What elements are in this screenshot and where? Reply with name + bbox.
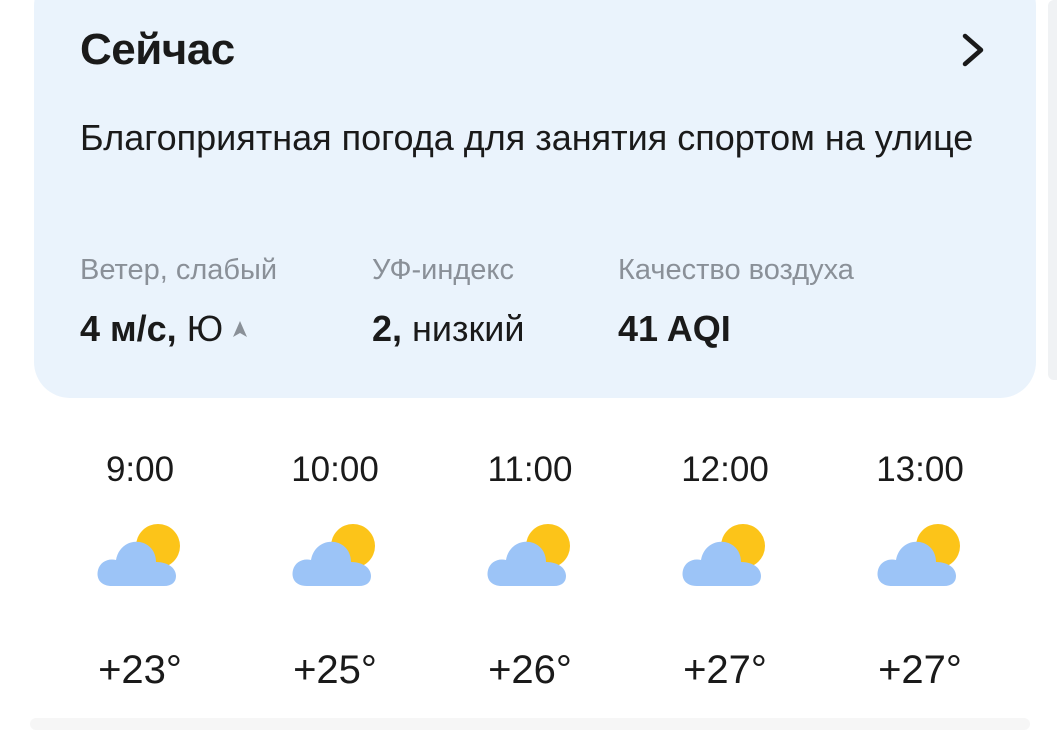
hour-temperature: +27° <box>683 648 767 692</box>
hour-item[interactable]: 10:00 +25° <box>275 448 395 694</box>
partly-cloudy-icon <box>292 524 375 586</box>
aqi-number: 41 AQI <box>618 308 731 349</box>
hour-time: 12:00 <box>681 450 769 489</box>
partly-cloudy-icon <box>877 524 960 586</box>
wind-value: 4 м/с, Ю <box>80 308 277 350</box>
hour-time: 13:00 <box>876 450 964 489</box>
weather-summary: Благоприятная погода для занятия спортом… <box>80 117 974 158</box>
uv-metric: УФ-индекс 2, низкий <box>372 252 525 350</box>
partly-cloudy-icon <box>97 524 180 586</box>
air-quality-metric: Качество воздуха 41 AQI <box>618 252 854 350</box>
air-quality-value: 41 AQI <box>618 308 854 350</box>
air-quality-label: Качество воздуха <box>618 254 854 286</box>
hour-temperature: +27° <box>878 648 962 692</box>
hour-time: 9:00 <box>105 450 175 489</box>
wind-label: Ветер, слабый <box>80 254 278 286</box>
hour-temperature: +26° <box>488 648 572 692</box>
uv-number: 2, <box>372 308 403 349</box>
partly-cloudy-icon <box>682 524 765 586</box>
hour-item[interactable]: 9:00 +23° <box>80 448 200 694</box>
hour-temperature: +25° <box>293 648 377 692</box>
hour-item[interactable]: 12:00 +27° <box>665 448 785 694</box>
next-card-edge <box>1048 0 1057 380</box>
wind-direction: Ю <box>186 308 224 349</box>
hour-time: 10:00 <box>291 450 379 489</box>
next-section-edge <box>30 718 1030 730</box>
card-title: Сейчас <box>80 25 235 74</box>
hour-item[interactable]: 11:00 +26° <box>470 448 590 694</box>
uv-label: УФ-индекс <box>372 254 514 286</box>
hour-item[interactable]: 13:00 +27° <box>860 448 980 694</box>
wind-direction-arrow-icon <box>233 321 248 337</box>
wind-speed: 4 м/с, <box>80 308 177 349</box>
wind-metric: Ветер, слабый 4 м/с, Ю <box>80 252 277 350</box>
uv-value: 2, низкий <box>372 308 525 350</box>
chevron-right-icon[interactable] <box>955 30 991 70</box>
partly-cloudy-icon <box>487 524 570 586</box>
uv-level: низкий <box>412 308 525 349</box>
hour-time: 11:00 <box>487 450 573 489</box>
hour-temperature: +23° <box>98 648 182 692</box>
